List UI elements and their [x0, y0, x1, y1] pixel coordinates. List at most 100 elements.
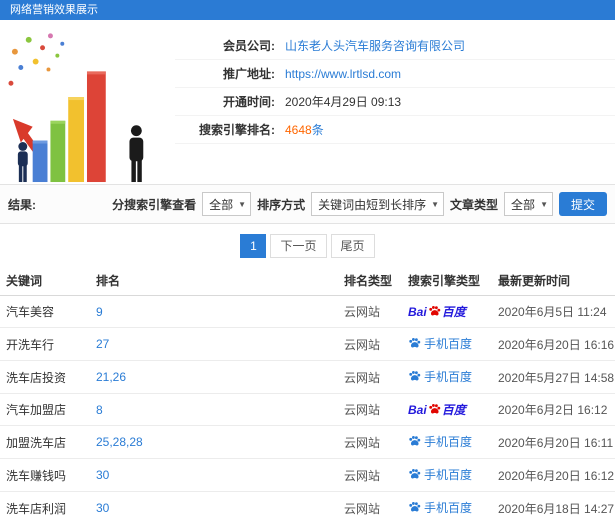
rank-type-cell: 云网站 [338, 458, 402, 492]
baidu-logo-text: Bai [408, 304, 427, 319]
table-header-row: 关键词 排名 排名类型 搜索引擎类型 最新更新时间 [0, 266, 615, 296]
rank-link[interactable]: 27 [96, 337, 109, 351]
update-time-cell: 2020年6月18日 14:27 [492, 491, 615, 520]
open-time-value: 2020年4月29日 09:13 [285, 95, 402, 109]
url-label: 推广地址: [223, 67, 275, 81]
baidu-mobile-text: 手机百度 [424, 370, 473, 384]
keyword-ranking-table: 关键词 排名 排名类型 搜索引擎类型 最新更新时间 汽车美容 9 云网站 Bai… [0, 266, 615, 520]
rank-link[interactable]: 9 [96, 305, 103, 319]
header-rank-type: 排名类型 [338, 266, 402, 296]
baidu-mobile-logo: 手机百度 [408, 368, 472, 385]
update-time-cell: 2020年6月20日 16:11 [492, 425, 615, 459]
rank-count-number: 4648 [285, 123, 312, 137]
baidu-mobile-text: 手机百度 [424, 501, 473, 515]
baidu-mobile-text: 手机百度 [424, 435, 473, 449]
table-row: 汽车美容 9 云网站 Bai 百度 2020年6月5日 11:24 [0, 295, 615, 328]
article-type-label: 文章类型 [450, 197, 499, 212]
article-type-select[interactable]: 全部 ▼ [504, 192, 553, 216]
person-left [17, 142, 28, 183]
rank-count-label: 搜索引擎排名: [199, 123, 275, 137]
engine-filter-label: 分搜索引擎查看 [112, 197, 197, 212]
update-time-cell: 2020年6月5日 11:24 [492, 295, 615, 328]
info-row-rank-count: 搜索引擎排名: 4648条 [175, 116, 615, 144]
baidu-mobile-paw-icon [409, 371, 421, 381]
table-row: 开洗车行 27 云网站 手机百度 2020年6月20日 16:16 [0, 327, 615, 361]
sort-filter-label: 排序方式 [257, 197, 306, 212]
table-row: 洗车赚钱吗 30 云网站 手机百度 2020年6月20日 16:12 [0, 458, 615, 492]
table-row: 加盟洗车店 25,28,28 云网站 手机百度 2020年6月20日 16:11 [0, 425, 615, 459]
rank-type-cell: 云网站 [338, 393, 402, 426]
baidu-mobile-text: 手机百度 [424, 468, 473, 482]
keyword-cell: 汽车加盟店 [0, 393, 90, 426]
header-update-time: 最新更新时间 [492, 266, 615, 296]
baidu-logo-text: Bai [408, 402, 427, 417]
rank-link[interactable]: 30 [96, 501, 109, 515]
table-row: 汽车加盟店 8 云网站 Bai 百度 2020年6月2日 16:12 [0, 393, 615, 426]
member-info: 会员公司: 山东老人头汽车服务咨询有限公司 推广地址: https://www.… [175, 20, 615, 144]
person-right [129, 125, 144, 183]
company-label: 会员公司: [223, 39, 275, 53]
rank-type-cell: 云网站 [338, 425, 402, 459]
baidu-mobile-paw-icon [409, 436, 421, 446]
header-engine-type: 搜索引擎类型 [402, 266, 492, 296]
keyword-cell: 洗车赚钱吗 [0, 458, 90, 492]
chart-illustration [8, 33, 144, 183]
keyword-cell: 洗车店投资 [0, 360, 90, 394]
header-keyword: 关键词 [0, 266, 90, 296]
article-type-select-value: 全部 [511, 197, 536, 212]
update-time-cell: 2020年5月27日 14:58 [492, 360, 615, 394]
keyword-cell: 汽车美容 [0, 295, 90, 328]
rank-type-cell: 云网站 [338, 491, 402, 520]
sort-select[interactable]: 关键词由短到长排序 ▼ [311, 192, 445, 216]
table-row: 洗车店利润 30 云网站 手机百度 2020年6月18日 14:27 [0, 491, 615, 520]
baidu-mobile-paw-icon [409, 338, 421, 348]
table-body: 汽车美容 9 云网站 Bai 百度 2020年6月5日 11:24 开洗车行 2… [0, 295, 615, 520]
rank-type-cell: 云网站 [338, 360, 402, 394]
update-time-cell: 2020年6月2日 16:12 [492, 393, 615, 426]
baidu-pc-logo: Bai 百度 [408, 401, 466, 418]
baidu-mobile-logo: 手机百度 [408, 499, 472, 516]
chevron-down-icon: ▼ [431, 199, 440, 209]
info-row-open-time: 开通时间: 2020年4月29日 09:13 [175, 88, 615, 116]
header-rank: 排名 [90, 266, 338, 296]
info-row-url: 推广地址: https://www.lrtlsd.com [175, 60, 615, 88]
results-section-label: 结果: [8, 197, 36, 212]
baidu-mobile-paw-icon [409, 469, 421, 479]
keyword-cell: 洗车店利润 [0, 491, 90, 520]
baidu-mobile-logo: 手机百度 [408, 466, 472, 483]
baidu-pc-logo: Bai 百度 [408, 303, 466, 320]
rank-type-cell: 云网站 [338, 295, 402, 328]
promotion-url-link[interactable]: https://www.lrtlsd.com [285, 67, 401, 81]
rank-link[interactable]: 21,26 [96, 370, 126, 384]
rank-link[interactable]: 8 [96, 403, 103, 417]
summary-section: 会员公司: 山东老人头汽车服务咨询有限公司 推广地址: https://www.… [0, 20, 615, 184]
table-row: 洗车店投资 21,26 云网站 手机百度 2020年5月27日 14:58 [0, 360, 615, 394]
submit-button[interactable]: 提交 [558, 192, 607, 216]
sort-select-value: 关键词由短到长排序 [318, 197, 427, 212]
keyword-cell: 开洗车行 [0, 327, 90, 361]
baidu-logo-cn-text: 百度 [441, 403, 466, 417]
last-page-button[interactable]: 尾页 [330, 234, 375, 258]
info-row-company: 会员公司: 山东老人头汽车服务咨询有限公司 [175, 32, 615, 60]
baidu-mobile-paw-icon [409, 502, 421, 512]
baidu-logo-cn-text: 百度 [441, 305, 466, 319]
company-link[interactable]: 山东老人头汽车服务咨询有限公司 [285, 37, 465, 54]
rank-link[interactable]: 30 [96, 468, 109, 482]
page-1-button[interactable]: 1 [240, 234, 267, 258]
rank-type-cell: 云网站 [338, 327, 402, 361]
confetti-dots [8, 33, 65, 86]
keyword-cell: 加盟洗车店 [0, 425, 90, 459]
engine-select[interactable]: 全部 ▼ [202, 192, 252, 216]
pagination: 1 下一页 尾页 [0, 224, 615, 266]
baidu-mobile-logo: 手机百度 [408, 335, 472, 352]
baidu-mobile-text: 手机百度 [424, 337, 473, 351]
next-page-button[interactable]: 下一页 [270, 234, 327, 258]
open-time-label: 开通时间: [223, 95, 275, 109]
rank-count-unit: 条 [311, 123, 324, 137]
baidu-mobile-logo: 手机百度 [408, 433, 472, 450]
engine-select-value: 全部 [209, 197, 234, 212]
rank-link[interactable]: 25,28,28 [96, 435, 143, 449]
update-time-cell: 2020年6月20日 16:12 [492, 458, 615, 492]
chevron-down-icon: ▼ [540, 199, 548, 209]
chevron-down-icon: ▼ [238, 199, 247, 209]
